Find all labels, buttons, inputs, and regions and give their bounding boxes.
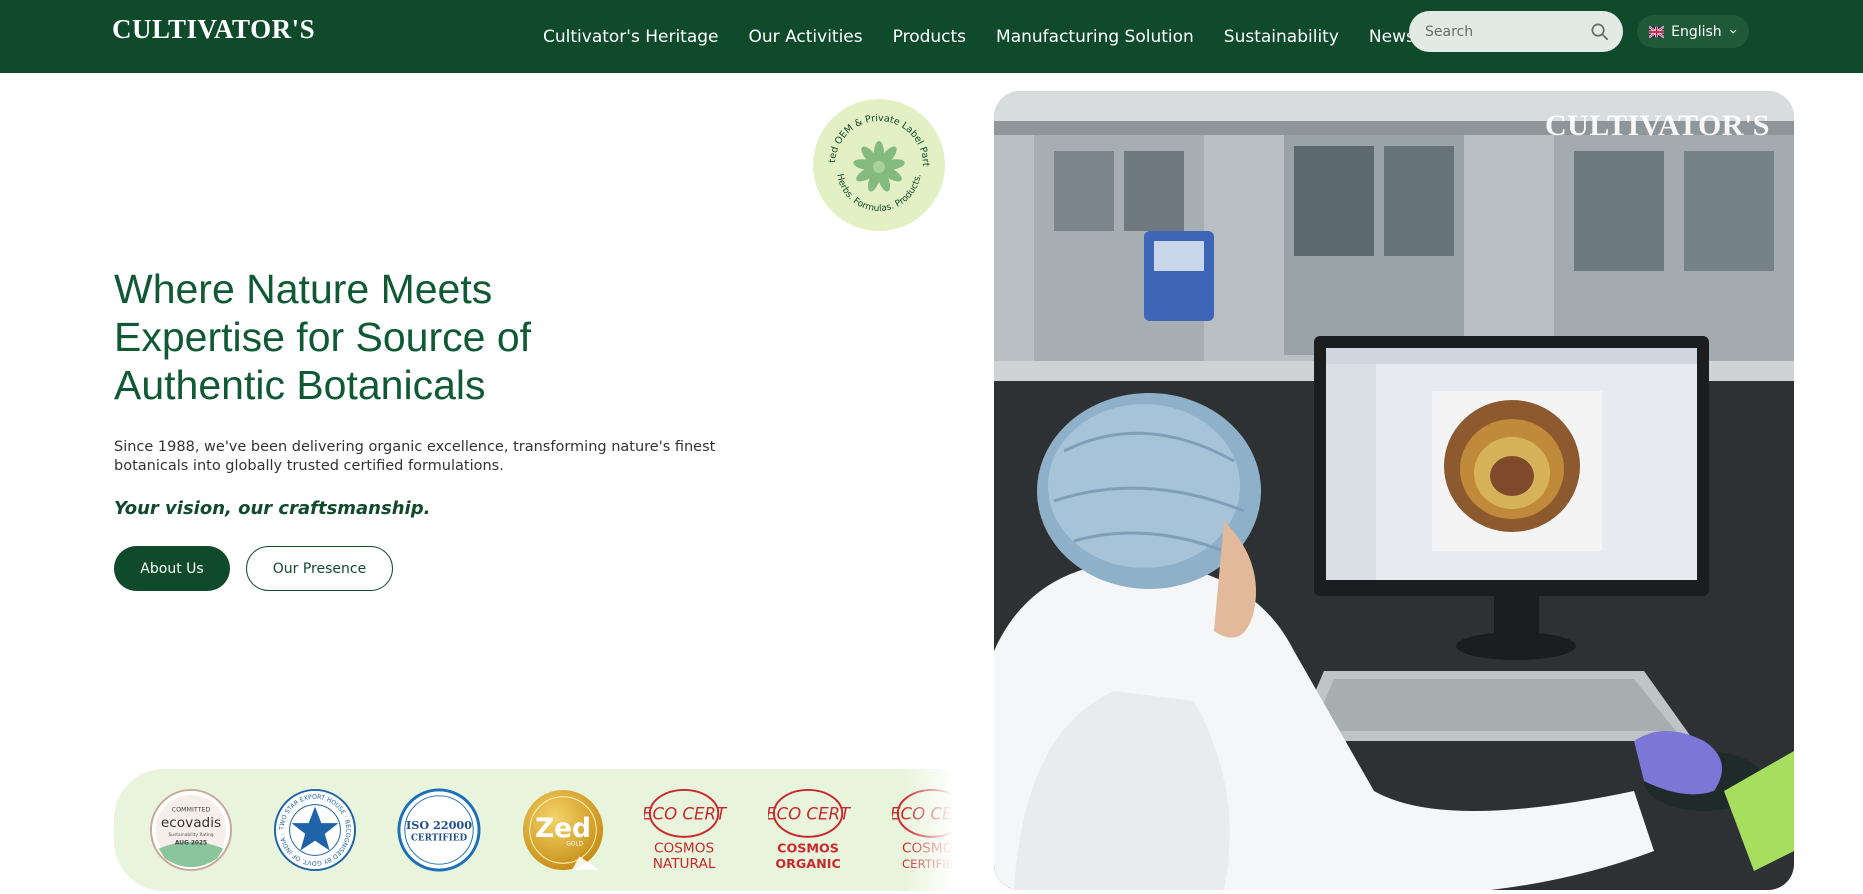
ecocert-cosmos-organic-badge-icon: ECO CERT COSMOS ORGANIC <box>768 788 852 871</box>
svg-text:ecovadis: ecovadis <box>161 815 221 831</box>
svg-text:CERTIFIED: CERTIFIED <box>411 834 468 844</box>
two-star-export-house-badge-icon: TWO STAR EXPORT HOUSE · RECOGNISED BY GO… <box>273 788 357 872</box>
main-menu: Cultivator's Heritage Our Activities Pro… <box>543 0 1496 73</box>
ecovadis-badge-icon: COMMITTED ecovadis Sustainability Rating… <box>149 788 233 872</box>
svg-text:GOLD: GOLD <box>566 842 583 848</box>
about-us-button[interactable]: About Us <box>114 546 230 591</box>
ecocert-cosmos-certified-badge-icon: ECO CERT COSMOS CERTIFIED <box>892 788 954 871</box>
svg-text:COSMOS: COSMOS <box>777 840 839 855</box>
lotus-flower-icon <box>853 141 905 192</box>
top-navigation-bar: CULTIVATOR'S Cultivator's Heritage Our A… <box>0 0 1863 73</box>
our-presence-button[interactable]: Our Presence <box>246 546 393 591</box>
nav-item-products[interactable]: Products <box>893 27 966 47</box>
search-icon[interactable] <box>1590 22 1609 41</box>
language-label: English <box>1671 23 1722 40</box>
zed-gold-badge-icon: Zed GOLD <box>522 789 604 871</box>
svg-text:ORGANIC: ORGANIC <box>775 856 840 871</box>
language-selector[interactable]: English <box>1637 15 1749 48</box>
svg-text:ISO 22000: ISO 22000 <box>406 818 472 832</box>
svg-text:Zed: Zed <box>535 814 591 844</box>
certifications-carousel: COMMITTED ecovadis Sustainability Rating… <box>114 769 954 891</box>
search-box <box>1409 11 1623 52</box>
nav-item-manufacturing[interactable]: Manufacturing Solution <box>996 27 1194 47</box>
iso-22000-badge-icon: ISO 22000 CERTIFIED <box>397 788 481 872</box>
nav-item-sustainability[interactable]: Sustainability <box>1224 27 1339 47</box>
svg-text:AUG 2025: AUG 2025 <box>175 841 207 847</box>
lab-scientist-illustration <box>994 91 1794 890</box>
nav-item-activities[interactable]: Our Activities <box>749 27 863 47</box>
nav-item-heritage[interactable]: Cultivator's Heritage <box>543 27 719 47</box>
svg-text:NATURAL: NATURAL <box>653 856 716 872</box>
svg-text:COSMOS: COSMOS <box>902 840 954 856</box>
svg-text:Sustainability Rating: Sustainability Rating <box>168 832 213 838</box>
image-watermark-logo: CULTIVATOR'S <box>1545 109 1770 142</box>
hero-subtext: Since 1988, we've been delivering organi… <box>114 439 716 474</box>
svg-text:ECO CERT: ECO CERT <box>644 804 728 823</box>
svg-text:ECO CERT: ECO CERT <box>892 804 954 823</box>
chevron-down-icon <box>1729 29 1737 34</box>
svg-text:COMMITTED: COMMITTED <box>172 806 211 813</box>
uk-flag-icon <box>1649 25 1665 38</box>
oem-partner-badge: Trusted OEM & Private Label Partner Herb… <box>813 99 945 231</box>
hero-headline: Where Nature Meets Expertise for Source … <box>114 266 532 408</box>
svg-text:COSMOS: COSMOS <box>654 840 714 856</box>
svg-text:ECO CERT: ECO CERT <box>768 804 852 823</box>
hero-tagline: Your vision, our craftsmanship. <box>114 498 431 519</box>
brand-logo[interactable]: CULTIVATOR'S <box>112 16 315 43</box>
svg-text:CERTIFIED: CERTIFIED <box>902 857 954 871</box>
ecocert-cosmos-natural-badge-icon: ECO CERT COSMOS NATURAL <box>644 788 728 872</box>
hero-lab-image: CULTIVATOR'S <box>994 91 1794 890</box>
search-input[interactable] <box>1425 23 1575 40</box>
